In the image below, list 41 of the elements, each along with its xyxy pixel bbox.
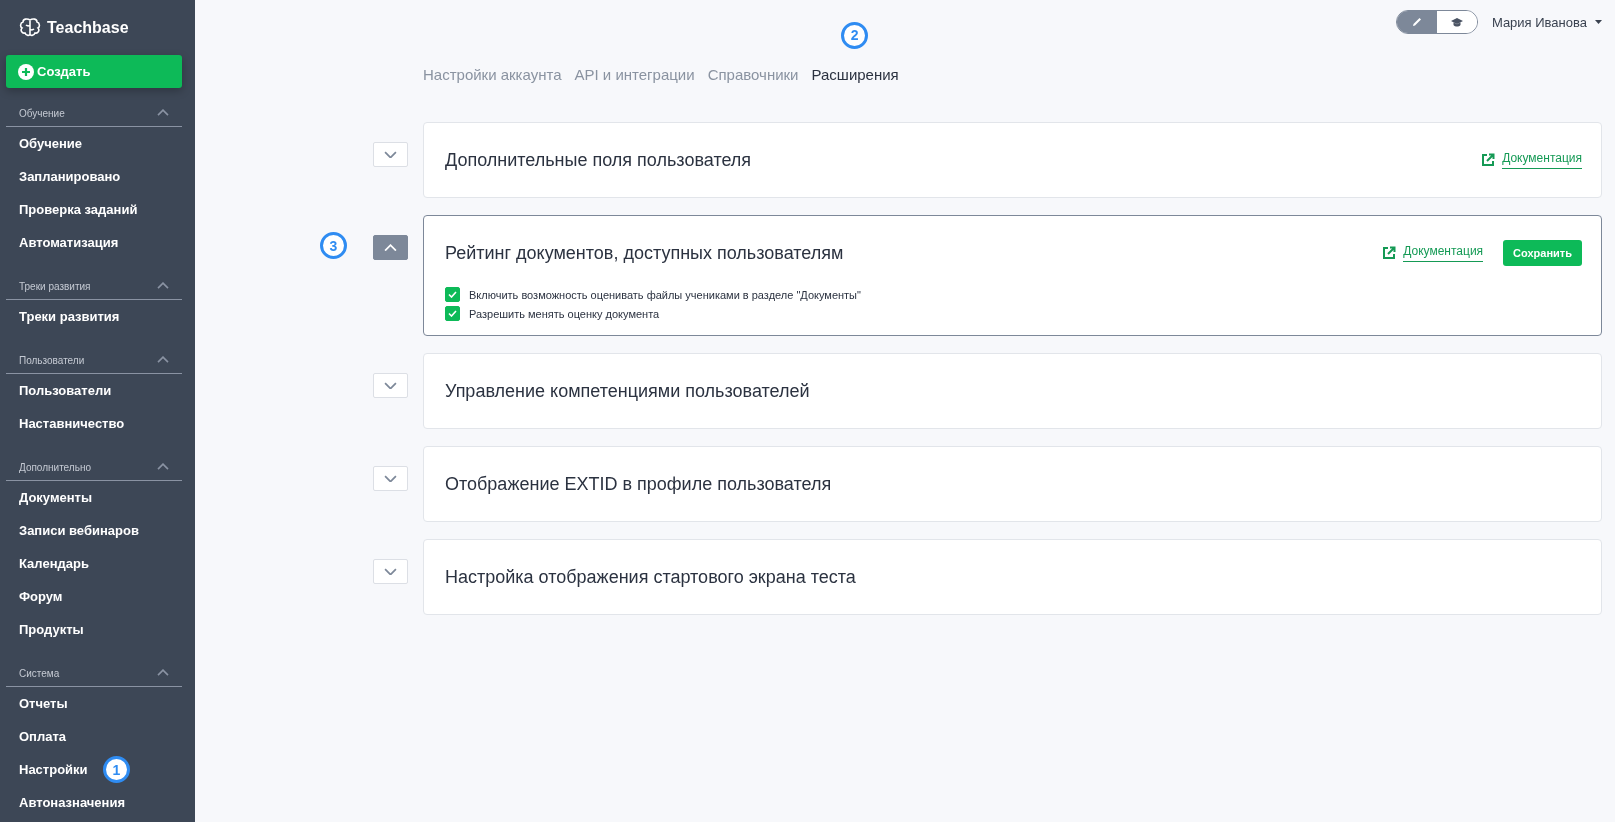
callout-badge: 1 bbox=[103, 756, 130, 783]
section-title: Треки развития bbox=[19, 280, 91, 292]
tab[interactable]: Расширения bbox=[811, 65, 899, 83]
sidebar-item[interactable]: Треки развития bbox=[0, 300, 195, 333]
card-title: Рейтинг документов, доступных пользователям bbox=[445, 242, 844, 264]
documentation-link[interactable]: Документация bbox=[1382, 244, 1484, 262]
section-title: Пользователи bbox=[19, 354, 85, 366]
section-header[interactable]: Треки развития bbox=[6, 273, 182, 300]
sidebar-item[interactable]: Проверка заданий bbox=[0, 193, 195, 226]
sidebar-item[interactable]: Обучение bbox=[0, 127, 195, 160]
sidebar-item[interactable]: Запланировано bbox=[0, 160, 195, 193]
user-menu[interactable]: Мария Иванова bbox=[1491, 14, 1602, 30]
callout-badge: 2 bbox=[841, 21, 869, 49]
section-header[interactable]: Пользователи bbox=[6, 347, 182, 374]
sidebar-item[interactable]: Календарь bbox=[0, 547, 195, 580]
section-title: Система bbox=[19, 667, 60, 679]
sidebar-item[interactable]: Продукты bbox=[0, 613, 195, 646]
callout-badge: 3 bbox=[320, 232, 347, 259]
sidebar-item[interactable]: Автоназначения bbox=[0, 786, 195, 819]
sidebar-item[interactable]: Наставничество bbox=[0, 407, 195, 440]
sidebar-item[interactable]: Пользователи bbox=[0, 374, 195, 407]
sidebar-item[interactable]: Отчеты bbox=[0, 687, 195, 720]
documentation-link[interactable]: Документация bbox=[1481, 151, 1582, 169]
sidebar-item[interactable]: Оплата bbox=[0, 720, 195, 753]
section-header[interactable]: Система bbox=[6, 660, 182, 687]
section-header[interactable]: Дополнительно bbox=[6, 454, 182, 481]
section-header[interactable]: Обучение bbox=[6, 100, 182, 127]
option-label: Разрешить менять оценку документа bbox=[469, 307, 660, 320]
sidebar-item[interactable]: Форум bbox=[0, 580, 195, 613]
section-title: Дополнительно bbox=[19, 461, 91, 473]
section-title: Обучение bbox=[19, 107, 65, 119]
card-title: Настройка отображения стартового экрана теста bbox=[445, 566, 856, 588]
sidebar-item[interactable]: Настройки 1 bbox=[0, 753, 195, 786]
card-title: Дополнительные поля пользователя bbox=[445, 149, 752, 171]
option-label: Включить возможность оценивать файлы учениками в разделе "Документы" bbox=[469, 288, 861, 301]
card-title: Отображение EXTID в профиле пользователя bbox=[445, 473, 832, 495]
sidebar-item[interactable]: Документы bbox=[0, 481, 195, 514]
sidebar-item[interactable]: Автоматизация bbox=[0, 226, 195, 259]
card-title: Управление компетенциями пользователей bbox=[445, 380, 810, 402]
logo-text: Teachbase bbox=[47, 18, 129, 37]
sidebar-item[interactable]: Записи вебинаров bbox=[0, 514, 195, 547]
